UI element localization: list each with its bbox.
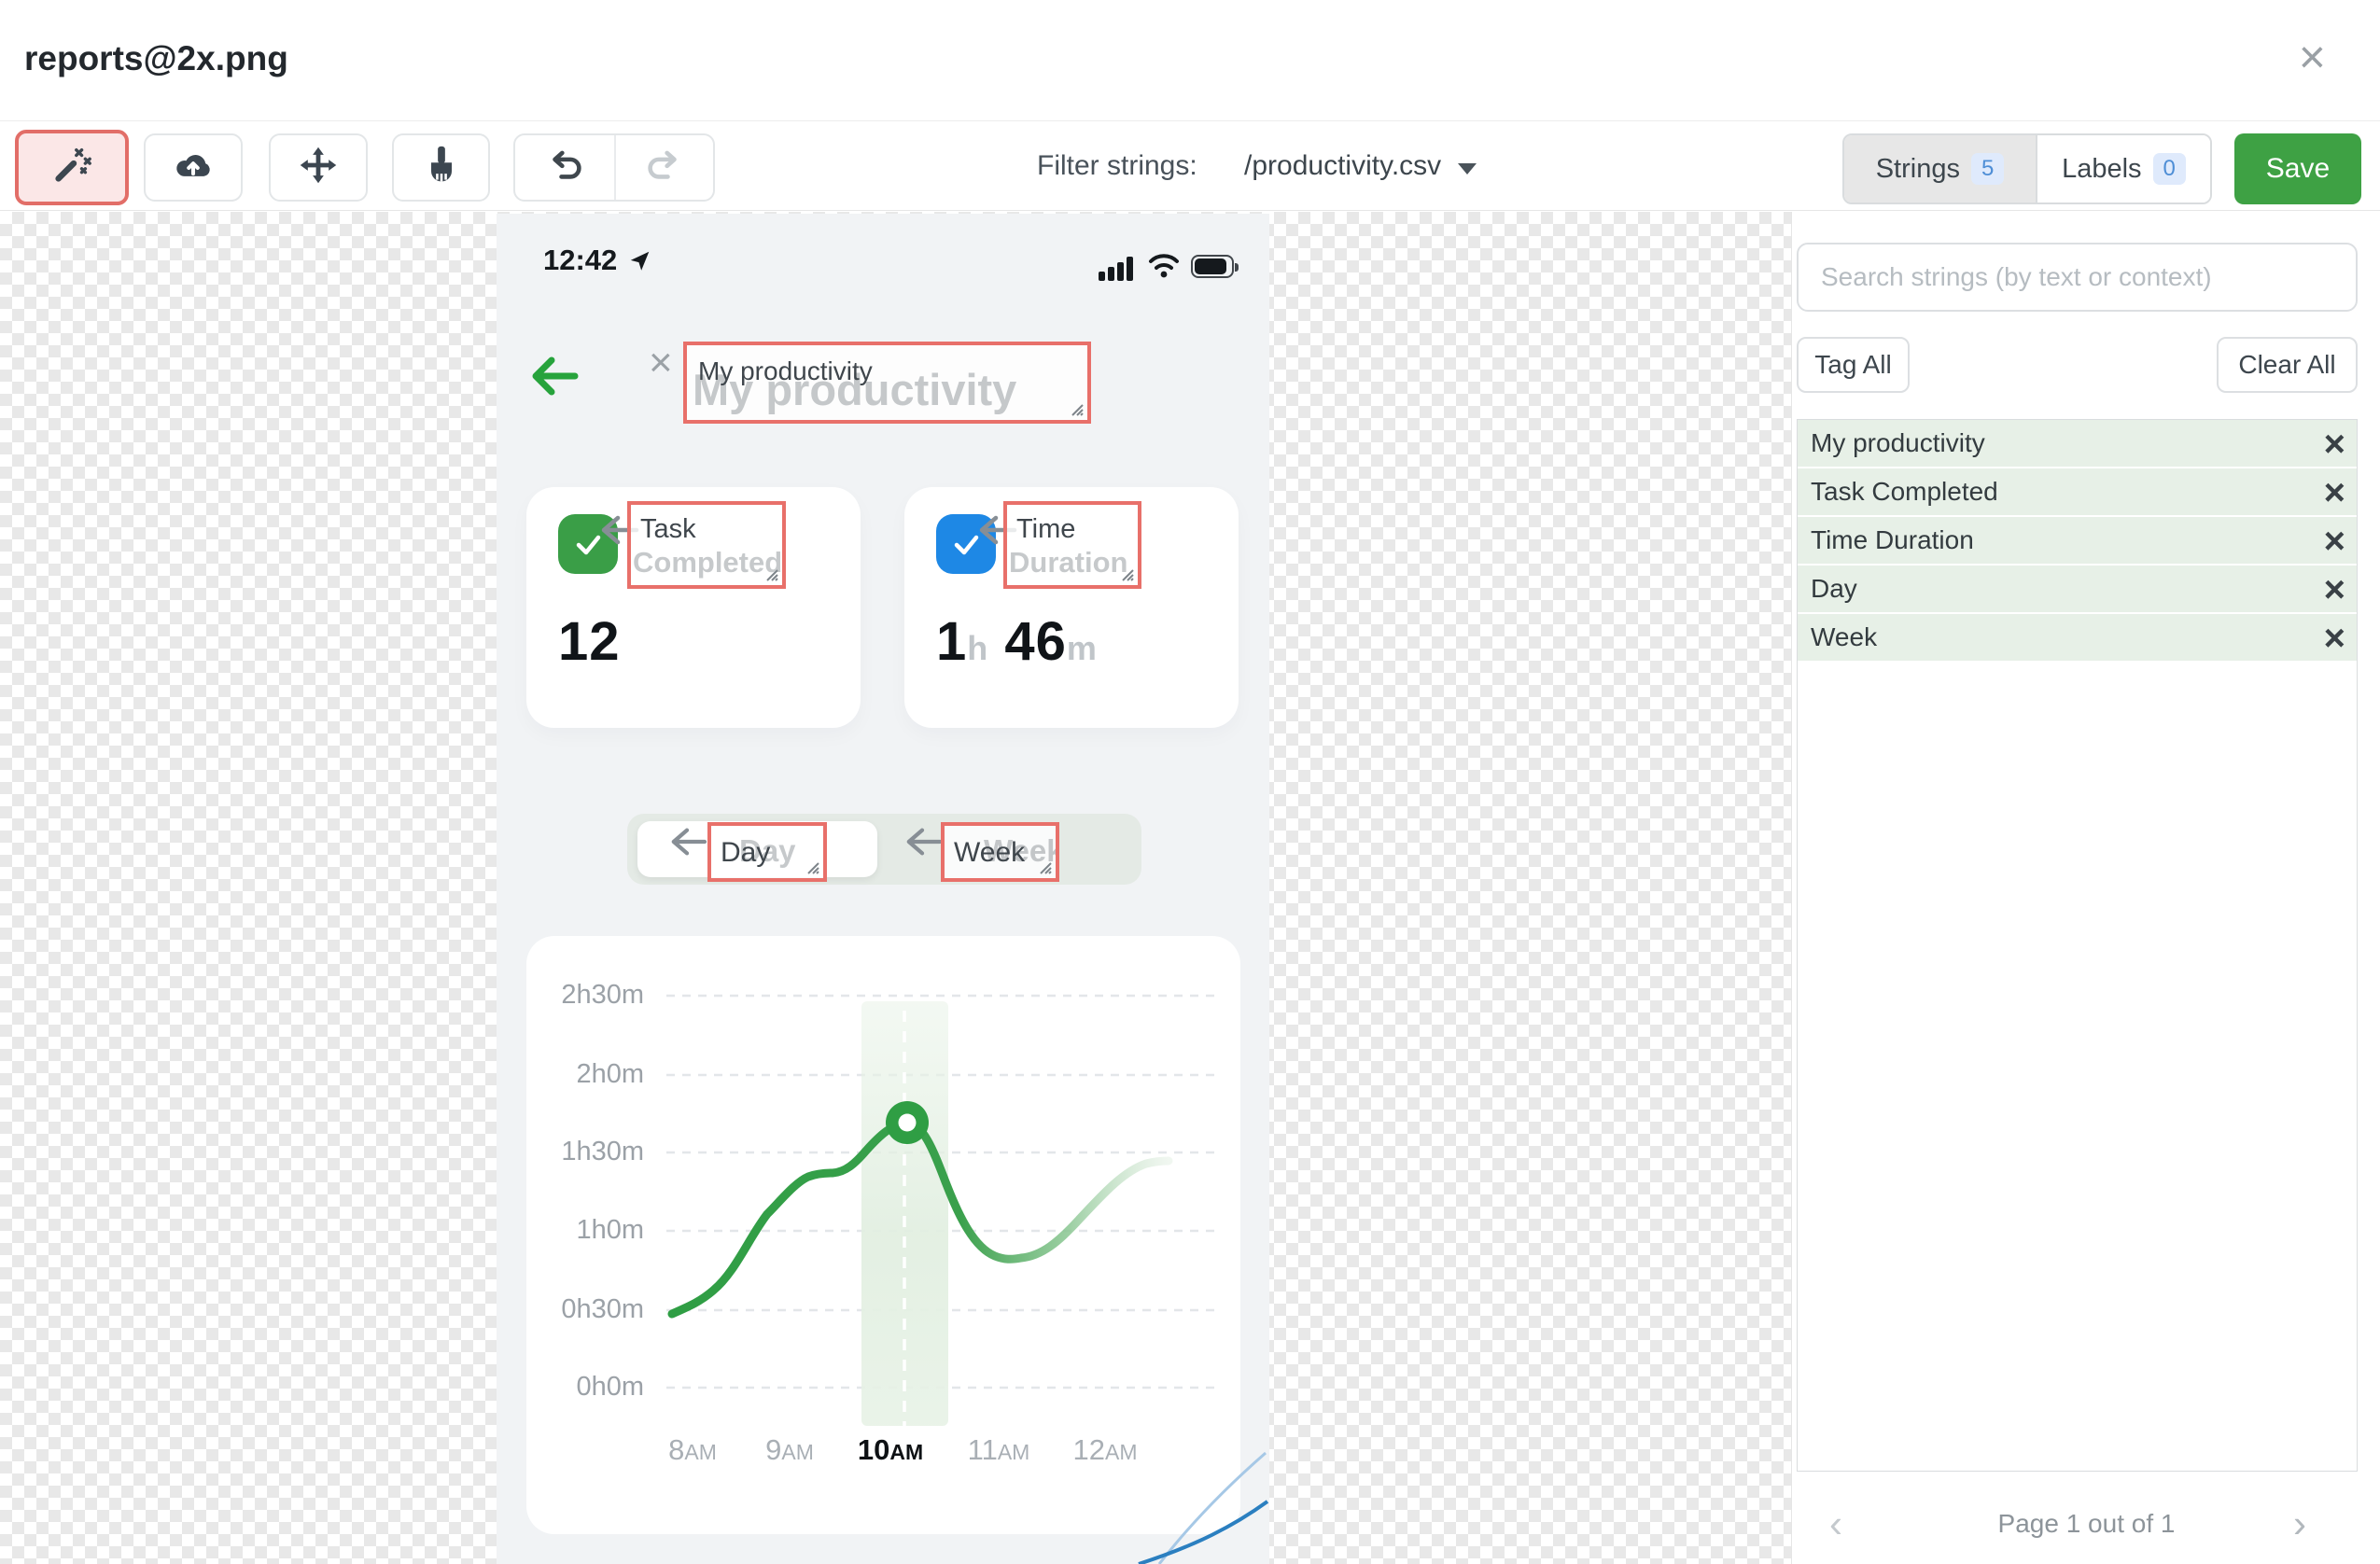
caret-down-icon [1458, 163, 1477, 175]
brush-tool-button[interactable] [392, 133, 490, 202]
next-page-icon[interactable]: › [2293, 1501, 2306, 1546]
battery-icon [1191, 255, 1239, 278]
string-row[interactable]: Day × [1798, 566, 2357, 614]
page-indicator: Page 1 out of 1 [1997, 1509, 2176, 1538]
task-count-value: 12 [558, 611, 621, 672]
tag-all-button[interactable]: Tag All [1797, 337, 1910, 393]
tag-box-week[interactable]: Week Week [941, 822, 1059, 882]
remove-string-icon[interactable]: × [2324, 470, 2345, 515]
tag-box-task-completed[interactable]: Completed Task Completed [627, 501, 786, 589]
undo-icon [545, 146, 584, 189]
tab-strings-label: Strings [1875, 153, 1960, 184]
remove-string-icon[interactable]: × [2324, 616, 2345, 661]
toolbar: Filter strings: /productivity.csv String… [0, 122, 2380, 211]
redo-button[interactable] [614, 135, 713, 200]
productivity-chart-card: 2h30m 2h0m 1h30m 1h0m 0h30m 0h0m 8AM 9AM… [526, 936, 1240, 1534]
file-title: reports@2x.png [24, 39, 288, 77]
result-tabs: Strings 5 Labels 0 [1842, 133, 2212, 204]
string-text: Time Duration [1811, 525, 1974, 554]
strings-count-badge: 5 [1970, 153, 2005, 185]
strings-sidebar: Tag All Clear All My productivity × Task… [1791, 212, 2380, 1564]
tag-text: Day [721, 837, 771, 868]
screenshot-image[interactable]: 12:42 × My productivity My productivity … [497, 214, 1269, 1564]
filter-file-value: /productivity.csv [1244, 150, 1442, 181]
filter-file-dropdown[interactable]: /productivity.csv [1244, 150, 1477, 182]
tag-box-time-duration[interactable]: Duration Time Duration [1003, 501, 1141, 589]
resize-handle-icon[interactable] [763, 566, 778, 581]
redo-icon [645, 146, 684, 189]
magic-wand-icon [50, 144, 93, 191]
back-arrow-icon [529, 355, 580, 402]
x-tick: 8AM [668, 1433, 717, 1466]
search-input[interactable] [1797, 243, 2358, 312]
close-icon[interactable]: × [2299, 34, 2326, 80]
upload-tool-button[interactable] [144, 133, 243, 202]
resize-handle-icon[interactable] [1119, 566, 1134, 581]
y-tick: 2h0m [576, 1059, 644, 1089]
string-text: Task Completed [1811, 477, 1998, 506]
upload-cloud-icon [173, 145, 214, 190]
resize-handle-icon[interactable] [1037, 859, 1052, 874]
x-tick: 9AM [765, 1433, 814, 1466]
history-group [513, 133, 715, 202]
resize-handle-icon[interactable] [805, 859, 819, 874]
tag-text: Week [954, 837, 1026, 868]
y-tick: 0h0m [576, 1372, 644, 1402]
y-tick: 1h30m [561, 1137, 644, 1166]
tag-box-day[interactable]: Day Day [707, 822, 827, 882]
header: reports@2x.png × [0, 0, 2380, 121]
line-chart [666, 994, 1222, 1426]
tab-labels[interactable]: Labels 0 [2036, 135, 2210, 202]
x-tick-selected: 10AM [857, 1433, 924, 1466]
filter-strings-label: Filter strings: [1037, 150, 1197, 181]
string-tagging-editor: reports@2x.png × Filter strings: /produc… [0, 0, 2380, 1564]
resize-handle-icon[interactable] [1069, 401, 1084, 416]
brush-icon [421, 145, 462, 190]
remove-string-icon[interactable]: × [2324, 567, 2345, 612]
string-row[interactable]: Week × [1798, 614, 2357, 663]
string-row[interactable]: My productivity × [1798, 420, 2357, 468]
save-button[interactable]: Save [2234, 133, 2361, 204]
remove-tag-icon[interactable]: × [649, 342, 673, 384]
phone-status-time: 12:42 [543, 244, 618, 276]
clear-all-button[interactable]: Clear All [2217, 337, 2358, 393]
string-text: Day [1811, 574, 1857, 603]
location-arrow-icon [627, 249, 651, 278]
tag-pointer-arrow-icon [665, 825, 708, 863]
string-row[interactable]: Task Completed × [1798, 468, 2357, 517]
labels-count-badge: 0 [2152, 153, 2186, 185]
move-tool-button[interactable] [269, 133, 368, 202]
y-tick: 2h30m [561, 980, 644, 1010]
undo-button[interactable] [515, 135, 614, 200]
pagination: ‹ Page 1 out of 1 › [1792, 1501, 2380, 1548]
remove-string-icon[interactable]: × [2324, 519, 2345, 564]
annotation-canvas[interactable]: 12:42 × My productivity My productivity … [0, 212, 1791, 1564]
strings-list-panel: My productivity × Task Completed × Time … [1797, 419, 2358, 1472]
string-text: Week [1811, 622, 1878, 651]
wifi-icon [1147, 251, 1181, 284]
tab-strings[interactable]: Strings 5 [1844, 135, 2036, 202]
partial-blue-chart [1138, 1451, 1269, 1564]
time-duration-value: 1h 46m [936, 611, 1098, 672]
tag-box-my-productivity[interactable]: My productivity My productivity [683, 342, 1091, 424]
tag-pointer-arrow-icon [901, 825, 944, 863]
tag-text: My productivity [698, 356, 873, 385]
y-tick: 0h30m [561, 1294, 644, 1324]
string-row[interactable]: Time Duration × [1798, 517, 2357, 566]
tab-labels-label: Labels [2062, 153, 2142, 184]
remove-string-icon[interactable]: × [2324, 422, 2345, 467]
cellular-signal-icon [1099, 256, 1138, 281]
move-icon [298, 145, 339, 190]
magic-wand-tool-button[interactable] [15, 130, 129, 205]
string-text: My productivity [1811, 428, 1985, 457]
y-tick: 1h0m [576, 1215, 644, 1245]
